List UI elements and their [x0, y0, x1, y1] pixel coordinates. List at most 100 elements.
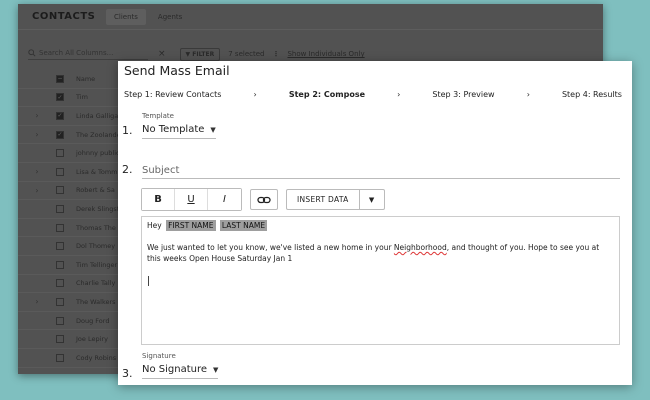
step-number-subject: 2.: [122, 163, 133, 176]
row-checkbox[interactable]: [56, 353, 64, 362]
step-number-signature: 3.: [122, 367, 133, 380]
body-paragraph: We just wanted to let you know, we've li…: [147, 243, 600, 263]
first-name-merge-tag[interactable]: FIRST NAME: [166, 220, 216, 231]
signature-select[interactable]: No Signature ▼: [142, 364, 219, 379]
row-checkbox[interactable]: [56, 223, 64, 232]
bold-button[interactable]: B: [142, 189, 175, 210]
insert-data-dropdown[interactable]: ▼: [360, 190, 384, 209]
row-checkbox[interactable]: ✓: [56, 111, 64, 120]
contact-name: Charlie Tally: [76, 279, 116, 288]
email-body-editor[interactable]: Hey FIRST NAME LAST NAME We just wanted …: [141, 216, 620, 345]
expand-row-icon[interactable]: ›: [18, 297, 56, 306]
contact-name: Linda Galligar: [76, 111, 121, 120]
step-review-contacts[interactable]: Step 1: Review Contacts: [124, 90, 221, 99]
contact-name: Dol Thomey: [76, 242, 116, 251]
table-row[interactable]: › The Walkers: [18, 293, 128, 312]
chevron-right-icon: ›: [526, 90, 530, 99]
underline-button[interactable]: U: [175, 189, 208, 210]
table-row[interactable]: Derek Slingston: [18, 200, 128, 219]
row-checkbox[interactable]: [56, 316, 64, 325]
insert-link-button[interactable]: [250, 189, 278, 210]
step-number-template: 1.: [122, 124, 133, 137]
table-row[interactable]: Charlie Tally: [18, 275, 128, 294]
caret-down-icon: ▼: [368, 195, 375, 204]
step-preview[interactable]: Step 3: Preview: [432, 90, 494, 99]
selected-count: 7 selected: [228, 50, 265, 58]
last-name-merge-tag[interactable]: LAST NAME: [219, 220, 268, 231]
contact-name: Lisa & Tommy: [76, 167, 122, 176]
format-button-group: B U I: [141, 188, 242, 211]
contact-name: Joe Lepiry: [76, 335, 108, 344]
table-row[interactable]: Cody Robins: [18, 349, 128, 368]
filter-label: FILTER: [192, 50, 215, 58]
filter-icon: ▼: [185, 50, 191, 58]
row-checkbox[interactable]: [56, 167, 64, 176]
signature-value: No Signature: [142, 364, 208, 375]
template-select[interactable]: No Template ▼: [142, 124, 216, 139]
contact-name: Doug Ford: [76, 316, 110, 325]
table-rows: ✓ Tim › ✓ Linda Galligar › ✓ The Zoolander johnn…: [18, 89, 128, 368]
table-row[interactable]: ✓ Tim: [18, 89, 128, 108]
show-individuals-link[interactable]: Show Individuals Only: [287, 50, 364, 58]
expand-row-icon[interactable]: ›: [18, 167, 56, 176]
template-label: Template: [142, 112, 174, 120]
greeting-line: Hey FIRST NAME LAST NAME: [147, 220, 614, 231]
row-checkbox[interactable]: [56, 335, 64, 344]
row-checkbox[interactable]: [56, 279, 64, 288]
row-checkbox[interactable]: [56, 260, 64, 269]
editor-toolbar: B U I INSERT DATA ▼: [141, 188, 385, 211]
caret-down-icon: ▼: [210, 125, 216, 134]
contact-name: The Zoolander: [76, 130, 124, 139]
insert-data-group: INSERT DATA ▼: [286, 189, 385, 210]
table-row[interactable]: Tim Tellinger: [18, 256, 128, 275]
step-compose[interactable]: Step 2: Compose: [289, 90, 365, 99]
row-checkbox[interactable]: ✓: [56, 130, 64, 139]
contacts-table: − Name ✓ Tim › ✓ Linda Galligar › ✓ The Zooland…: [18, 70, 128, 368]
table-row[interactable]: › Lisa & Tommy: [18, 163, 128, 182]
table-row[interactable]: Joe Lepiry: [18, 330, 128, 349]
row-checkbox[interactable]: [56, 186, 64, 195]
expand-row-icon[interactable]: ›: [18, 186, 56, 195]
filter-button[interactable]: ▼ FILTER: [179, 47, 221, 61]
insert-data-button[interactable]: INSERT DATA: [287, 190, 360, 209]
send-mass-email-modal: Send Mass Email Step 1: Review Contacts …: [118, 61, 632, 385]
chevron-right-icon: ›: [397, 90, 401, 99]
table-row[interactable]: johnny public: [18, 144, 128, 163]
greeting-text: Hey: [147, 221, 162, 230]
more-options-icon[interactable]: ⋮: [272, 50, 279, 58]
contact-name: The Walkers: [76, 297, 116, 306]
row-checkbox[interactable]: ✓: [56, 93, 64, 102]
select-all-checkbox[interactable]: −: [56, 74, 64, 83]
column-header-name: Name: [76, 74, 96, 83]
expand-row-icon[interactable]: ›: [18, 130, 56, 139]
contact-name: Robert & Sa: [76, 186, 115, 195]
tab-clients[interactable]: Clients: [106, 8, 146, 25]
contacts-header: CONTACTS Clients Agents: [18, 4, 603, 30]
tab-agents[interactable]: Agents: [150, 9, 190, 25]
row-checkbox[interactable]: [56, 149, 64, 158]
table-row[interactable]: Thomas The: [18, 219, 128, 238]
table-row[interactable]: › Robert & Sa: [18, 182, 128, 201]
expand-row-icon[interactable]: ›: [18, 111, 56, 120]
search-icon: [28, 48, 36, 57]
table-row[interactable]: Doug Ford: [18, 312, 128, 331]
contact-name: Tim Tellinger: [76, 260, 118, 269]
row-checkbox[interactable]: [56, 204, 64, 213]
clear-search-icon[interactable]: ×: [158, 49, 166, 59]
caret-down-icon: ▼: [213, 365, 219, 374]
table-row[interactable]: Dol Thomey: [18, 237, 128, 256]
contacts-search[interactable]: Search All Columns...: [28, 49, 148, 60]
subject-input[interactable]: [142, 159, 620, 179]
table-row[interactable]: › ✓ Linda Galligar: [18, 107, 128, 126]
contact-name: Tim: [76, 93, 88, 102]
table-header-row: − Name: [18, 70, 128, 89]
table-row[interactable]: › ✓ The Zoolander: [18, 126, 128, 145]
row-checkbox[interactable]: [56, 297, 64, 306]
row-checkbox[interactable]: [56, 242, 64, 251]
contact-name: johnny public: [76, 149, 120, 158]
italic-button[interactable]: I: [208, 189, 241, 210]
search-placeholder: Search All Columns...: [39, 48, 114, 57]
step-results[interactable]: Step 4: Results: [562, 90, 622, 99]
chevron-right-icon: ›: [253, 90, 257, 99]
contact-name: Thomas The: [76, 223, 116, 232]
